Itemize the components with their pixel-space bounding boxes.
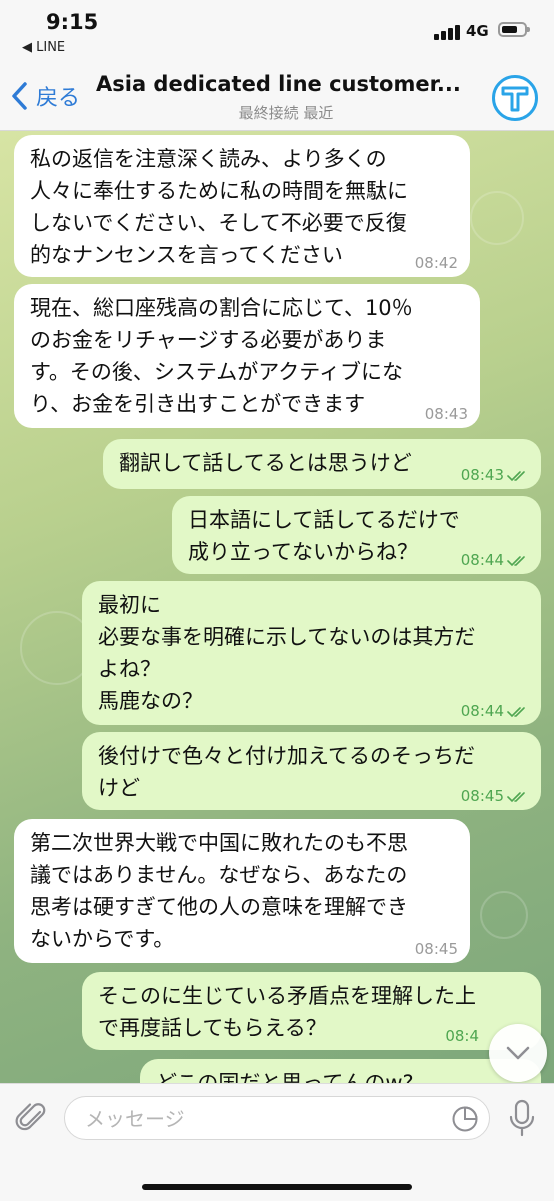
message-bubble-outgoing[interactable]: そこのに生じている矛盾点を理解した上 で再度話してもらえる？ 08:4 (82, 972, 541, 1050)
double-check-icon (507, 556, 525, 567)
background-doodle (480, 891, 528, 939)
message-bubble-outgoing[interactable]: 日本語にして話してるだけで 成り立ってないからね？ 08:44 (172, 496, 541, 574)
sticker-icon (452, 1106, 478, 1132)
message-text: どこの国だと思ってんのw? (156, 1071, 414, 1083)
message-meta: 08:45 (461, 788, 529, 804)
message-time: 08:44 (460, 702, 504, 720)
message-meta: 08:44 (461, 552, 529, 568)
message-text: 第二次世界大戦で中国に敗れたのも不思 議ではありません。なぜなら、あなたの 思考… (30, 831, 408, 951)
message-time: 08:42 (414, 254, 458, 272)
message-input[interactable] (83, 1097, 447, 1141)
message-time: 08:43 (460, 466, 504, 484)
message-text: 現在、総口座残高の割合に応じて、10％ のお金をリチャージする必要がありま す。… (30, 296, 413, 416)
last-seen-status: 最終接続 最近 (238, 104, 334, 122)
paperclip-icon (15, 1103, 46, 1131)
double-check-icon (507, 792, 525, 803)
home-indicator (142, 1184, 412, 1190)
message-bubble-outgoing[interactable]: 翻訳して話してるとは思うけど 08:43 (103, 439, 541, 489)
sticker-button[interactable] (451, 1105, 479, 1133)
back-button[interactable]: 戻る (10, 76, 80, 116)
avatar[interactable] (492, 75, 538, 121)
message-meta: 08:43 (461, 467, 529, 483)
message-time: 08:43 (424, 405, 468, 423)
chat-title[interactable]: Asia dedicated line customer... (96, 72, 476, 96)
status-time: 9:15 (46, 10, 99, 34)
chat-area[interactable]: 私の返信を注意深く読み、より多くの 人々に奉仕するために私の時間を無駄に しない… (0, 131, 554, 1083)
message-text: 最初に 必要な事を明確に示してないのは其方だ よね？ 馬鹿なの？ (98, 593, 476, 713)
message-bubble-outgoing[interactable]: 後付けで色々と付け加えてるのそっちだ けど 08:45 (82, 732, 541, 810)
message-bubble-outgoing[interactable]: どこの国だと思ってんのw? (140, 1059, 541, 1083)
message-time: 08:45 (460, 787, 504, 805)
t-logo-icon (501, 86, 529, 112)
message-time: 08:45 (414, 940, 458, 958)
message-text: 私の返信を注意深く読み、より多くの 人々に奉仕するために私の時間を無駄に しない… (30, 147, 408, 267)
network-type: 4G (466, 22, 489, 40)
voice-message-button[interactable] (508, 1098, 536, 1138)
double-check-icon (507, 707, 525, 718)
background-doodle (470, 191, 524, 245)
double-check-icon (507, 471, 525, 482)
microphone-icon (509, 1099, 535, 1137)
status-bar: 9:15 ◀ LINE 4G (0, 0, 554, 62)
chevron-left-icon (12, 82, 27, 110)
message-meta: 08:44 (461, 703, 529, 719)
message-bubble-incoming[interactable]: 第二次世界大戦で中国に敗れたのも不思 議ではありません。なぜなら、あなたの 思考… (14, 819, 470, 963)
battery-icon (498, 22, 530, 37)
back-label: 戻る (36, 86, 81, 111)
attach-button[interactable] (14, 1100, 50, 1136)
message-time: 08:44 (460, 551, 504, 569)
message-bubble-outgoing[interactable]: 最初に 必要な事を明確に示してないのは其方だ よね？ 馬鹿なの？ 08:44 (82, 581, 541, 725)
message-field[interactable] (64, 1096, 490, 1141)
chevron-down-icon (506, 1046, 530, 1060)
message-time: 08:4 (445, 1027, 479, 1045)
signal-icon (434, 24, 462, 40)
scroll-to-bottom-button[interactable] (489, 1024, 547, 1082)
chat-header: 戻る Asia dedicated line customer... 最終接続 … (0, 62, 554, 131)
message-bubble-incoming[interactable]: 私の返信を注意深く読み、より多くの 人々に奉仕するために私の時間を無駄に しない… (14, 135, 470, 277)
message-input-bar (0, 1083, 554, 1201)
back-to-app-link[interactable]: ◀ LINE (22, 40, 65, 55)
message-bubble-incoming[interactable]: 現在、総口座残高の割合に応じて、10％ のお金をリチャージする必要がありま す。… (14, 284, 480, 428)
